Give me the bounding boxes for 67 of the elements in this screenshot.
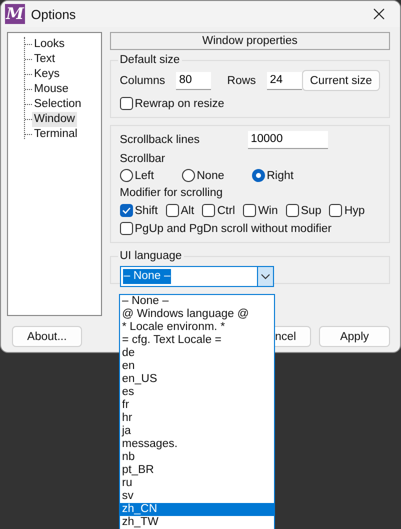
tree-item[interactable]: Mouse [32, 82, 71, 97]
checkbox[interactable] [329, 204, 342, 217]
apply-button[interactable]: Apply [319, 326, 390, 347]
checkbox-label: PgUp and PgDn scroll without modifier [134, 222, 332, 234]
checkbox[interactable] [166, 204, 179, 217]
window-title: Options [31, 6, 77, 22]
section-header: Window properties [110, 32, 390, 50]
checkbox-label: Ctrl [217, 204, 236, 216]
tree-item[interactable]: Terminal [32, 127, 80, 142]
field-label: Columns [120, 74, 166, 86]
checkbox[interactable] [202, 204, 216, 217]
field-label: Scrollback lines [120, 134, 201, 146]
chevron-down-icon [260, 274, 270, 280]
radio-label: None [196, 170, 224, 182]
tree-item[interactable]: Text [32, 52, 58, 67]
checkbox-label: Alt [180, 204, 194, 216]
dropdown-option[interactable]: = cfg. Text Locale = [120, 334, 274, 347]
dropdown-option[interactable]: zh_CN [120, 503, 274, 516]
dropdown-option[interactable]: @ Windows language @ [120, 308, 274, 321]
dropdown-option[interactable]: fr [120, 399, 274, 412]
checkbox[interactable] [286, 204, 299, 217]
dropdown-option[interactable]: pt_BR [120, 464, 274, 477]
current-size-button[interactable]: Current size [302, 70, 380, 91]
dropdown-option[interactable]: messages. [120, 438, 274, 451]
group-label: UI language [118, 250, 183, 262]
dropdown-option[interactable]: zh_TW [120, 516, 274, 529]
field-label: Scrollbar [120, 152, 166, 167]
dropdown-option[interactable]: sv [120, 490, 274, 503]
rows-field[interactable]: 24 [266, 72, 302, 90]
checkbox[interactable] [120, 204, 133, 217]
checkbox-label: Sup [300, 204, 322, 216]
tree-item[interactable]: Selection [32, 97, 84, 112]
dropdown-option[interactable]: en_US [120, 373, 274, 386]
checkbox-label: Shift [134, 204, 158, 216]
tree-item[interactable]: Keys [32, 67, 62, 82]
dropdown-option[interactable]: nb [120, 451, 274, 464]
columns-field[interactable]: 80 [176, 72, 212, 90]
checkbox-label: Hyp [344, 204, 365, 216]
checkbox-label: Win [258, 204, 278, 216]
dropdown-option[interactable]: de [120, 347, 274, 360]
dropdown-option[interactable]: – None – [120, 295, 274, 308]
radio-button[interactable] [182, 169, 195, 182]
app-logo: M [5, 4, 25, 24]
field-label: Modifier for scrolling [120, 186, 224, 201]
group-label: Default size [118, 54, 181, 66]
dropdown-option[interactable]: es [120, 386, 274, 399]
radio-button[interactable] [120, 169, 133, 182]
cancel-button[interactable]: ncel [275, 326, 311, 347]
radio-label: Right [266, 170, 294, 182]
scrollback-field[interactable]: 10000 [248, 130, 328, 148]
checkbox[interactable] [120, 97, 133, 110]
dropdown-option[interactable]: ru [120, 477, 274, 490]
dropdown-option[interactable]: ja [120, 425, 274, 438]
checkbox-label: Rewrap on resize [134, 98, 224, 110]
dropdown-option[interactable]: en [120, 360, 274, 373]
radio-label: Left [134, 170, 154, 182]
checkbox[interactable] [243, 204, 256, 217]
dropdown-option[interactable]: * Locale environm. * [120, 321, 274, 334]
checkbox[interactable] [120, 222, 133, 235]
dropdown-option[interactable]: hr [120, 412, 274, 425]
radio-button[interactable] [252, 169, 265, 182]
tree-item[interactable]: Looks [32, 37, 67, 52]
language-dropdown[interactable]: – None – [120, 266, 274, 287]
close-icon [373, 8, 385, 20]
field-label: Rows [227, 74, 256, 86]
tree-item[interactable]: Window [32, 112, 77, 127]
about-button[interactable]: About... [12, 326, 82, 347]
